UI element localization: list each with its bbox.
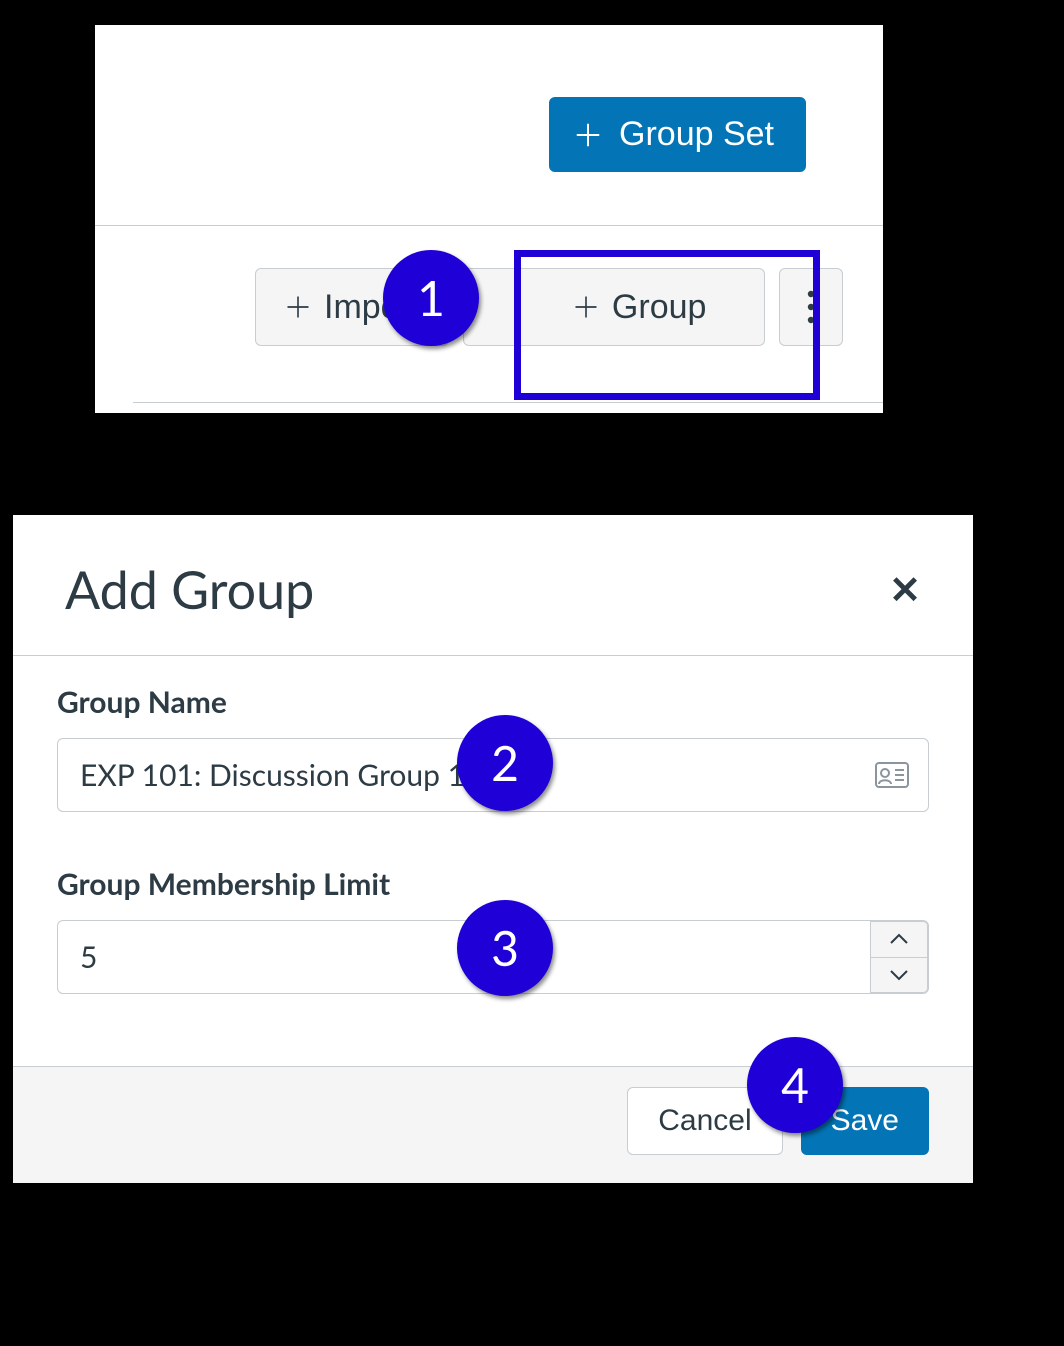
group-name-label: Group Name xyxy=(57,684,929,720)
plus-icon xyxy=(573,120,603,150)
add-group-set-label: Group Set xyxy=(619,115,774,154)
callout-badge: 2 xyxy=(457,715,553,811)
callout-badge: 1 xyxy=(383,250,479,346)
callout-badge: 4 xyxy=(747,1037,843,1133)
close-button[interactable]: ✕ xyxy=(881,560,929,621)
kebab-icon xyxy=(806,288,816,326)
dialog-header: Add Group ✕ xyxy=(13,515,973,656)
chevron-up-icon xyxy=(889,933,909,945)
increment-button[interactable] xyxy=(870,921,928,957)
groups-toolbar-panel: Group Set Import Group xyxy=(95,25,883,413)
chevron-down-icon xyxy=(889,969,909,981)
add-group-set-button[interactable]: Group Set xyxy=(549,97,806,172)
dialog-title: Add Group xyxy=(65,559,314,621)
id-card-icon xyxy=(875,762,909,788)
add-group-label: Group xyxy=(612,288,707,327)
plus-icon xyxy=(572,293,600,321)
decrement-button[interactable] xyxy=(870,957,928,994)
callout-badge: 3 xyxy=(457,900,553,996)
more-options-button[interactable] xyxy=(779,268,843,346)
plus-icon xyxy=(284,293,312,321)
close-icon: ✕ xyxy=(889,570,921,612)
membership-limit-label: Group Membership Limit xyxy=(57,866,929,902)
add-group-button[interactable]: Group xyxy=(463,268,765,346)
divider xyxy=(95,225,883,226)
divider xyxy=(133,402,883,403)
